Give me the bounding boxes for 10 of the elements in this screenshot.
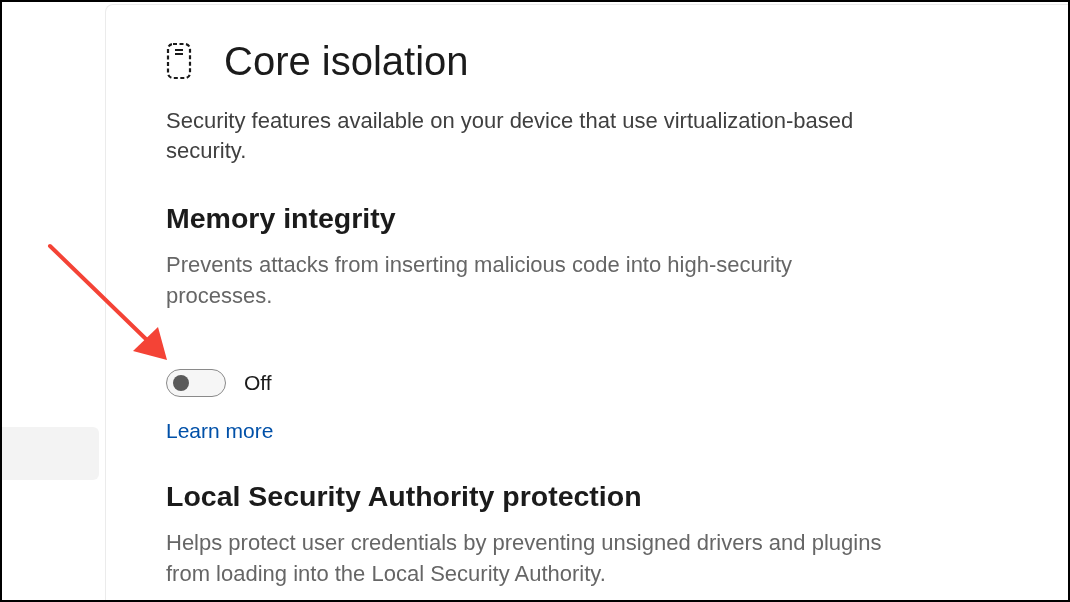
section-heading: Memory integrity [166,201,396,235]
section-description: Prevents attacks from inserting malicious code into high-security processes. [166,251,794,310]
learn-more-link[interactable]: Learn more [166,418,274,444]
page-title: Core isolation [224,39,469,83]
section-description: Helps protect user credentials by preventing unsigned drivers and plugins from loading into the Local Security Authority. [166,529,883,588]
page-description: Security features available on your device that use virtualization-based security. [166,107,855,165]
section-heading: Local Security Authority protection [166,479,642,513]
toggle-switch[interactable] [166,369,226,397]
toggle-label: Off [244,370,272,396]
dashed-device-icon [166,42,192,80]
